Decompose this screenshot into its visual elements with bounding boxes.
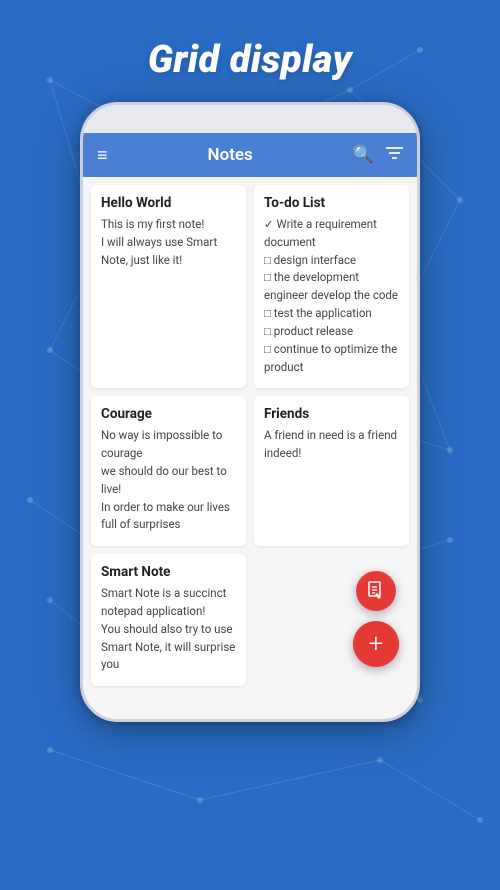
new-document-fab[interactable] xyxy=(356,571,396,611)
note-body: Smart Note is a succinct notepad applica… xyxy=(101,585,236,674)
page-title: Grid display xyxy=(0,0,500,102)
phone-body: ≡ Notes 🔍 Hello World This is my first n… xyxy=(80,102,420,722)
app-bar-title: Notes xyxy=(118,145,343,165)
add-note-fab[interactable]: + xyxy=(353,621,399,667)
phone-mockup: ≡ Notes 🔍 Hello World This is my first n… xyxy=(0,102,500,722)
fab-container: + xyxy=(353,571,399,667)
note-body: ✓ Write a requirement document□ design i… xyxy=(264,216,399,376)
menu-icon[interactable]: ≡ xyxy=(97,145,108,166)
search-icon[interactable]: 🔍 xyxy=(353,145,374,165)
note-body: No way is impossible to couragewe should… xyxy=(101,427,236,534)
app-bar: ≡ Notes 🔍 xyxy=(83,133,417,177)
note-title: Friends xyxy=(264,406,399,422)
filter-icon[interactable] xyxy=(386,145,403,165)
note-title: Smart Note xyxy=(101,564,236,580)
note-title: Hello World xyxy=(101,195,236,211)
note-title: To-do List xyxy=(264,195,399,211)
note-card-todo[interactable]: To-do List ✓ Write a requirement documen… xyxy=(254,185,409,388)
phone-top-bar xyxy=(83,105,417,133)
app-bar-actions: 🔍 xyxy=(353,145,403,165)
note-body: This is my first note!I will always use … xyxy=(101,216,236,269)
note-body: A friend in need is a friend indeed! xyxy=(264,427,399,463)
note-card-friends[interactable]: Friends A friend in need is a friend ind… xyxy=(254,396,409,546)
note-title: Courage xyxy=(101,406,236,422)
note-card-hello-world[interactable]: Hello World This is my first note!I will… xyxy=(91,185,246,388)
note-card-smart-note[interactable]: Smart Note Smart Note is a succinct note… xyxy=(91,554,246,686)
note-card-courage[interactable]: Courage No way is impossible to couragew… xyxy=(91,396,246,546)
